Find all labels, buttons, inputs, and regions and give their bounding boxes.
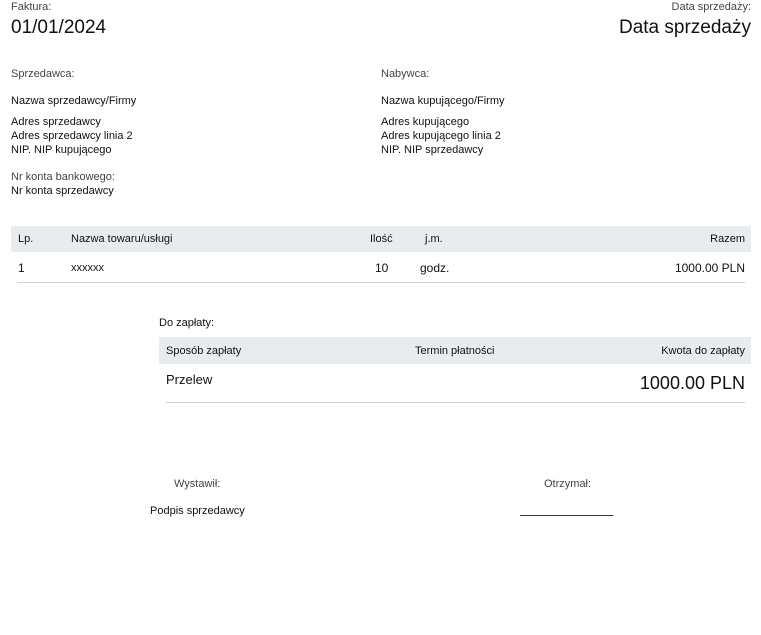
items-header-total: Razem: [710, 233, 745, 245]
bank-account-value: Nr konta sprzedawcy: [11, 185, 114, 197]
item-lp: 1: [18, 261, 25, 275]
items-header-lp: Lp.: [18, 233, 34, 245]
received-by-label: Otrzymał:: [544, 478, 592, 490]
invoice-number-label: Faktura:: [11, 1, 52, 13]
buyer-address-line2: Adres kupującego linia 2: [381, 130, 501, 142]
items-header-unit: j.m.: [425, 233, 443, 245]
sale-date-label: Data sprzedaży:: [671, 1, 751, 13]
payment-header-amount: Kwota do zapłaty: [661, 345, 745, 357]
seller-address-line1: Adres sprzedawcy: [11, 116, 101, 128]
items-header-name: Nazwa towaru/usługi: [71, 233, 173, 245]
seller-name: Nazwa sprzedawcy/Firmy: [11, 95, 137, 107]
item-unit: godz.: [420, 261, 450, 275]
sale-date: Data sprzedaży: [618, 17, 751, 38]
items-row-divider: [17, 282, 745, 283]
bank-account-label: Nr konta bankowego:: [11, 171, 115, 183]
payment-heading: Do zapłaty:: [159, 317, 215, 329]
item-qty: 10: [375, 261, 389, 275]
payment-method: Przelew: [166, 372, 213, 387]
items-header-qty: Ilość: [370, 233, 393, 245]
issued-by-signature: Podpis sprzedawcy: [150, 505, 245, 517]
seller-address-line2: Adres sprzedawcy linia 2: [11, 130, 133, 142]
issued-by-label: Wystawił:: [174, 478, 221, 490]
payment-header-due: Termin płatności: [415, 345, 495, 357]
payment-header-method: Sposób zapłaty: [166, 345, 242, 357]
buyer-heading: Nabywca:: [381, 68, 430, 80]
buyer-nip: NIP. NIP sprzedawcy: [381, 144, 484, 156]
received-signature-line: [520, 515, 613, 516]
payment-amount: 1000.00 PLN: [639, 373, 745, 393]
invoice-number: 01/01/2024: [11, 17, 107, 38]
buyer-address-line1: Adres kupującego: [381, 116, 470, 128]
item-name: xxxxxx: [71, 262, 104, 274]
seller-heading: Sprzedawca:: [11, 68, 75, 80]
item-total: 1000.00 PLN: [674, 261, 745, 275]
seller-nip: NIP. NIP kupującego: [11, 144, 112, 156]
payment-row-divider: [166, 402, 745, 403]
buyer-name: Nazwa kupującego/Firmy: [381, 95, 505, 107]
